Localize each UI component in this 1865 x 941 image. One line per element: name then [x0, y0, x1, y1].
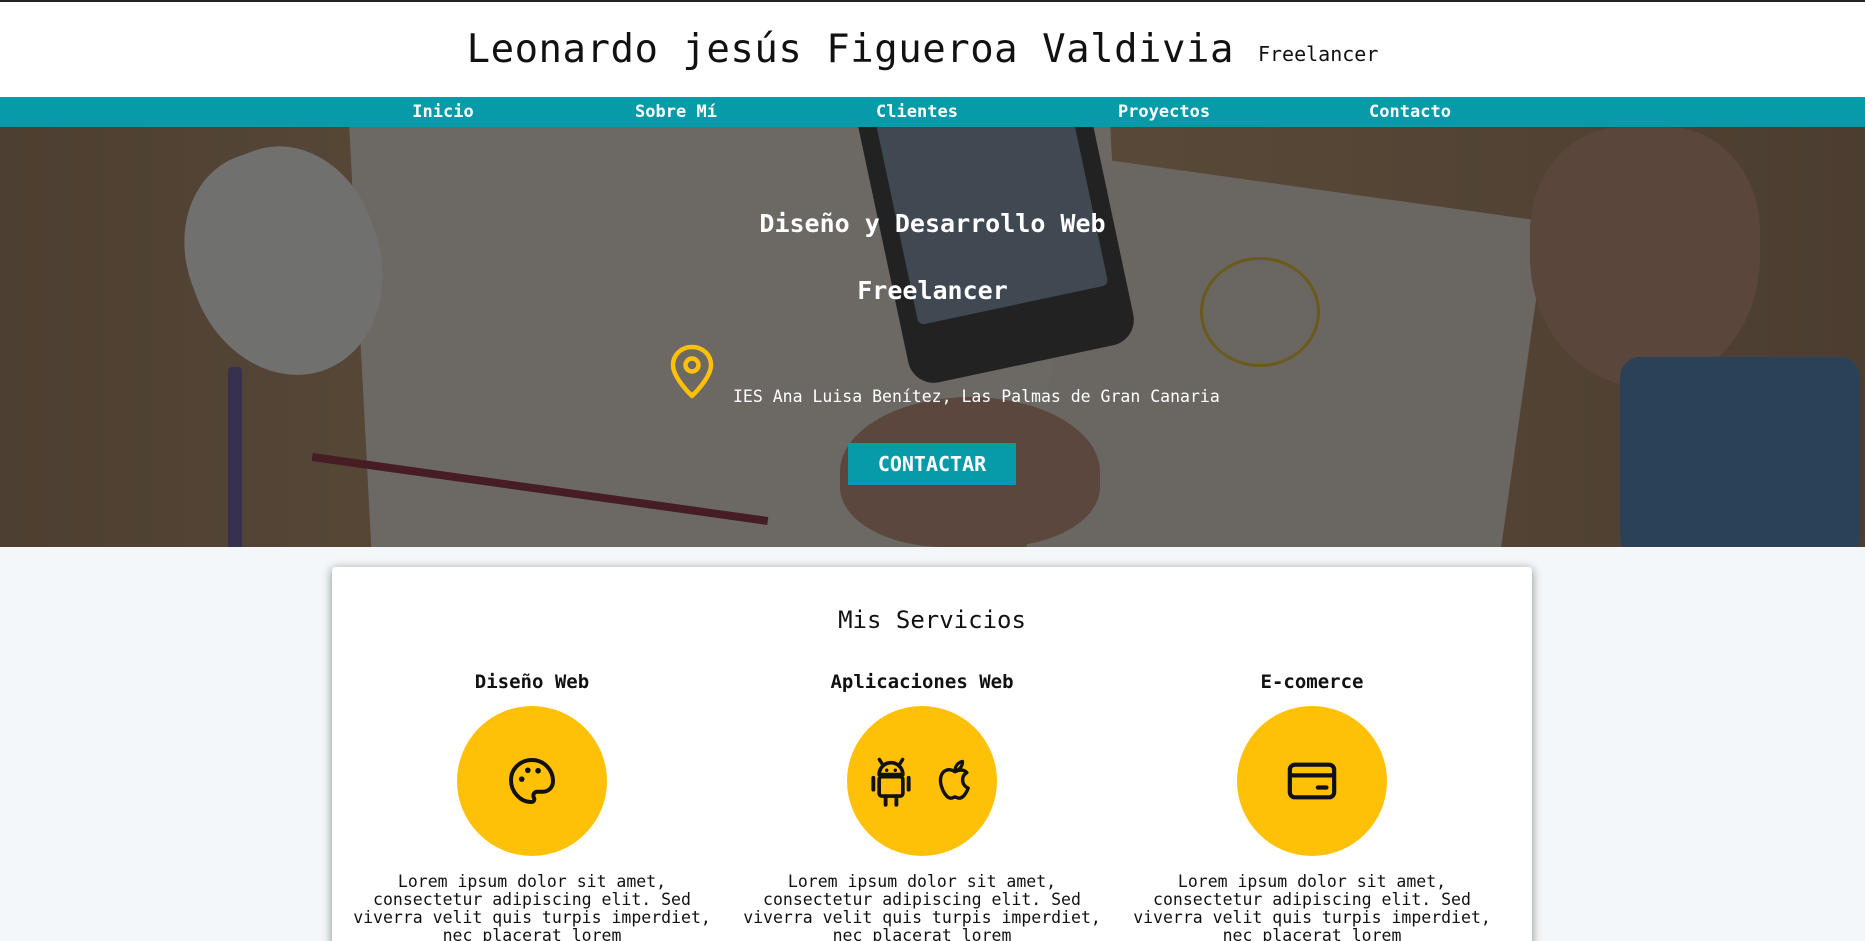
main-nav: Inicio Sobre Mí Clientes Proyectos Conta… [0, 97, 1865, 127]
service-title: E-comerce [1260, 671, 1364, 693]
hero-banner: Diseño y Desarrollo Web Freelancer IES A… [0, 127, 1865, 547]
map-pin-icon [670, 344, 714, 399]
service-item-diseno-web: Diseño Web Lorem ipsum dolor sit amet, c… [342, 671, 722, 941]
apple-icon [938, 759, 970, 800]
service-description: Lorem ipsum dolor sit amet, consectetur … [743, 872, 1101, 941]
site-header: Leonardo jesús Figueroa Valdivia Freelan… [0, 0, 1865, 97]
services-heading: Mis Servicios [838, 606, 1026, 634]
nav-item-inicio[interactable]: Inicio [412, 102, 473, 122]
service-description: Lorem ipsum dolor sit amet, consectetur … [353, 872, 711, 941]
service-title: Aplicaciones Web [830, 671, 1014, 693]
hero-title: Diseño y Desarrollo Web [759, 209, 1106, 238]
hero-location: IES Ana Luisa Benítez, Las Palmas de Gra… [733, 387, 1220, 406]
nav-item-sobre-mi[interactable]: Sobre Mí [635, 102, 717, 122]
service-icon-circle [847, 706, 997, 856]
nav-item-clientes[interactable]: Clientes [876, 102, 958, 122]
service-icon-circle [457, 706, 607, 856]
site-owner-name: Leonardo jesús Figueroa Valdivia [466, 27, 1234, 72]
service-item-aplicaciones-web: Aplicaciones Web Lorem ipsum dolor sit a… [732, 671, 1112, 941]
site-owner-role: Freelancer [1257, 41, 1379, 66]
services-card: Mis Servicios Diseño Web Lorem ipsum dol… [332, 567, 1532, 941]
credit-card-icon [1287, 762, 1337, 800]
nav-item-proyectos[interactable]: Proyectos [1118, 102, 1210, 122]
palette-icon [509, 758, 555, 804]
service-icon-circle [1237, 706, 1387, 856]
service-item-e-comerce: E-comerce Lorem ipsum dolor sit amet, co… [1122, 671, 1502, 941]
service-description: Lorem ipsum dolor sit amet, consectetur … [1133, 872, 1491, 941]
nav-item-contacto[interactable]: Contacto [1369, 102, 1451, 122]
hero-subtitle: Freelancer [857, 276, 1008, 305]
android-icon [871, 757, 911, 807]
contact-button[interactable]: CONTACTAR [848, 443, 1016, 485]
service-title: Diseño Web [474, 671, 590, 693]
